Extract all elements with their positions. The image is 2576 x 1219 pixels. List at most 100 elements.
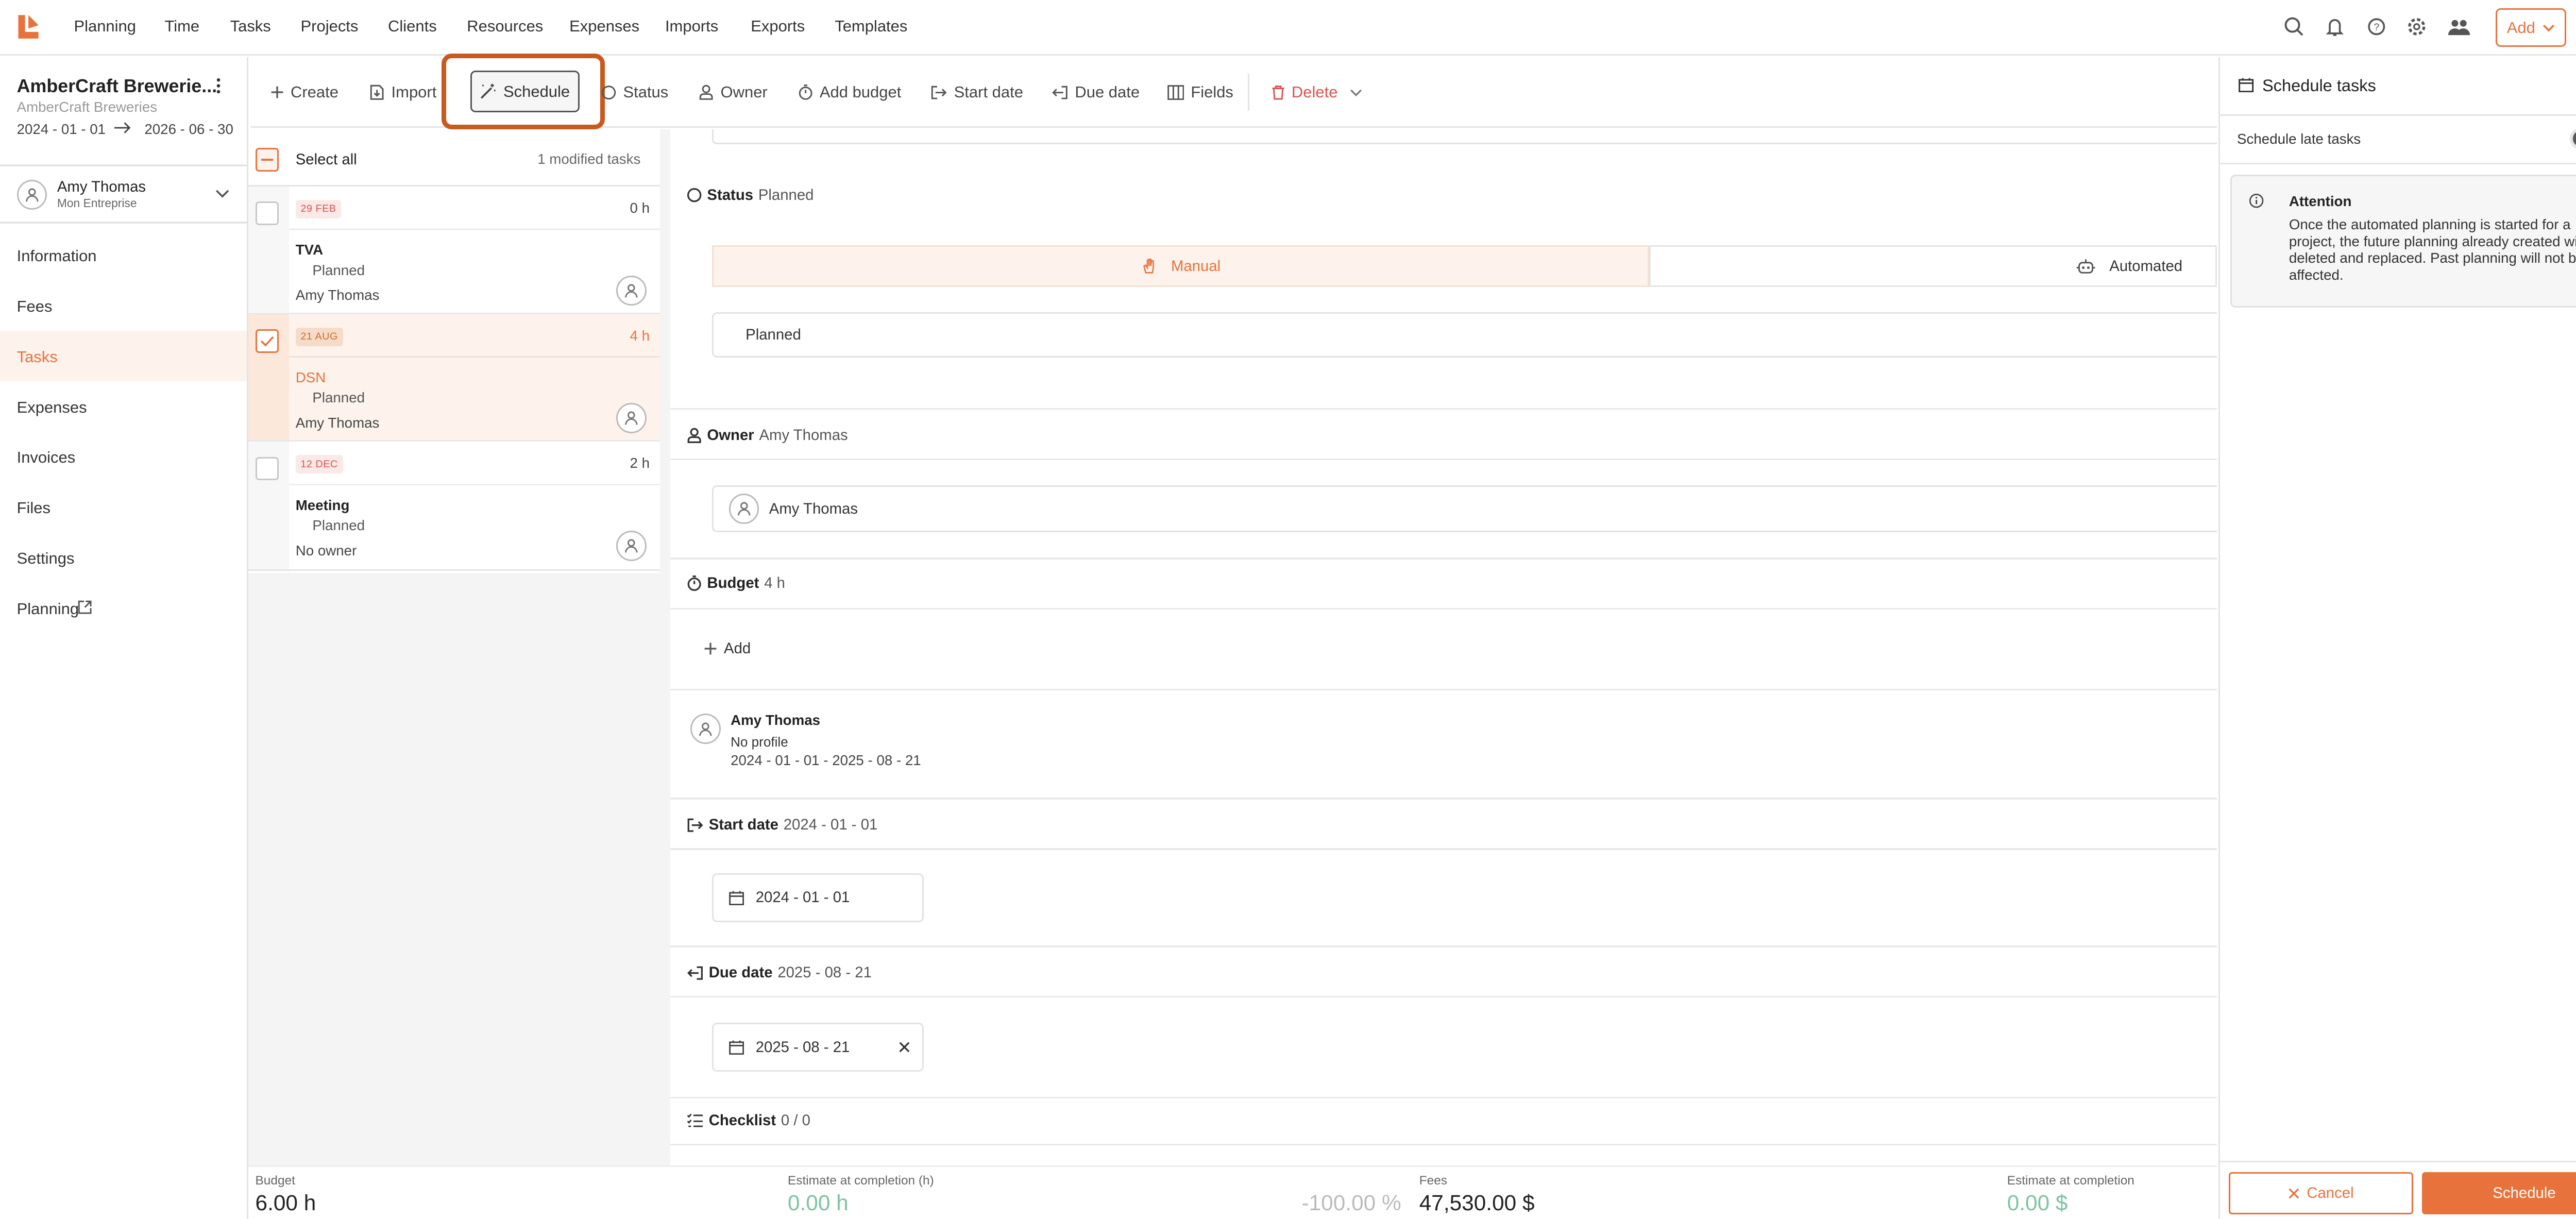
team-icon[interactable] <box>2446 15 2472 39</box>
manual-mode-tab[interactable]: Manual <box>712 245 1650 287</box>
schedule-late-label: Schedule late tasks <box>2237 131 2361 147</box>
sidebar-item-files[interactable]: Files <box>17 499 50 517</box>
nav-expenses[interactable]: Expenses <box>569 17 639 36</box>
task-row-selected[interactable]: 21 AUG 4 h DSN Planned Amy Thomas <box>248 314 660 442</box>
task-hours: 4 h <box>630 327 650 344</box>
owner-avatar-icon[interactable] <box>616 403 647 434</box>
due-date-field[interactable]: 2025 - 08 - 21 <box>712 1023 924 1072</box>
add-budget-link[interactable]: Add <box>704 640 751 657</box>
select-all-checkbox[interactable] <box>255 147 279 172</box>
project-end-date: 2026 - 06 - 30 <box>144 121 233 137</box>
budget-value: 4 h <box>764 574 785 591</box>
footer-eac-label: Estimate at completion <box>2007 1174 2134 1188</box>
search-icon[interactable] <box>2282 15 2306 39</box>
attention-title: Attention <box>2289 193 2352 209</box>
checklist-label: Checklist <box>708 1112 776 1129</box>
status-label: Status <box>707 186 754 204</box>
task-checkbox-checked[interactable] <box>255 329 279 353</box>
sidebar-item-invoices[interactable]: Invoices <box>17 448 76 467</box>
start-date-field[interactable]: 2024 - 01 - 01 <box>712 873 924 922</box>
owner-field[interactable]: Amy Thomas <box>712 485 2217 533</box>
nav-tasks[interactable]: Tasks <box>230 17 271 36</box>
schedule-button[interactable]: Schedule <box>470 70 580 113</box>
robot-icon <box>2076 258 2096 275</box>
sidebar-item-settings[interactable]: Settings <box>17 549 75 568</box>
schedule-submit-button[interactable]: Schedule <box>2421 1172 2576 1214</box>
magic-wand-icon <box>480 83 497 100</box>
field-top-partial <box>712 129 2217 145</box>
bell-icon[interactable] <box>2323 15 2347 39</box>
divider <box>2220 163 2576 165</box>
nav-templates[interactable]: Templates <box>835 17 907 36</box>
divider <box>670 945 2217 947</box>
svg-text:?: ? <box>2374 22 2379 33</box>
select-all-label: Select all <box>295 151 357 168</box>
close-icon[interactable] <box>899 1041 910 1053</box>
start-date-field-value: 2024 - 01 - 01 <box>755 889 850 906</box>
add-button[interactable]: Add <box>2496 8 2567 47</box>
sidebar-item-fees[interactable]: Fees <box>17 297 53 316</box>
calendar-icon <box>728 890 744 905</box>
sidebar-item-expenses[interactable]: Expenses <box>17 398 87 417</box>
nav-exports[interactable]: Exports <box>751 17 805 36</box>
sidebar-item-information[interactable]: Information <box>17 247 97 265</box>
toggle-knob <box>2573 131 2576 146</box>
nav-planning[interactable]: Planning <box>74 17 136 36</box>
owner-field-value: Amy Thomas <box>769 500 858 517</box>
nav-resources[interactable]: Resources <box>467 17 543 36</box>
schedule-tasks-panel: Schedule tasks Schedule late tasks Atten… <box>2218 57 2576 1219</box>
help-icon[interactable]: ? <box>2365 15 2388 39</box>
task-detail: Status Planned Manual Automated Planned … <box>670 129 2217 1166</box>
task-name: TVA <box>295 242 324 258</box>
nav-clients[interactable]: Clients <box>388 17 437 36</box>
more-vertical-icon[interactable] <box>212 76 225 96</box>
owner-avatar-icon[interactable] <box>616 275 647 306</box>
owner-avatar-icon[interactable] <box>616 531 647 561</box>
schedule-label: Schedule <box>503 82 570 100</box>
task-checkbox[interactable] <box>255 456 279 481</box>
arrow-right-icon <box>114 121 131 134</box>
task-row[interactable]: 29 FEB 0 h TVA Planned Amy Thomas <box>248 186 660 314</box>
top-navigation: Planning Time Tasks Projects Clients Res… <box>0 0 2576 56</box>
add-budget-button[interactable]: Add budget <box>798 80 901 104</box>
gear-icon[interactable] <box>2405 15 2429 39</box>
start-date-label: Start date <box>708 816 778 834</box>
app-logo[interactable] <box>15 13 42 40</box>
start-date-value: 2024 - 01 - 01 <box>783 816 878 834</box>
start-date-button[interactable]: Start date <box>930 80 1023 104</box>
plus-icon <box>270 86 284 99</box>
nav-time[interactable]: Time <box>164 17 199 36</box>
import-label: Import <box>391 83 437 101</box>
status-button[interactable]: Status <box>601 80 668 104</box>
create-button[interactable]: Create <box>270 80 338 104</box>
user-selector[interactable]: Amy Thomas Mon Entreprise <box>0 166 247 222</box>
divider <box>0 222 247 224</box>
import-button[interactable]: Import <box>369 80 436 104</box>
task-checkbox[interactable] <box>255 201 279 225</box>
sidebar-item-planning[interactable]: Planning <box>17 600 79 618</box>
logout-icon <box>687 966 704 980</box>
sidebar-item-tasks[interactable]: Tasks <box>17 348 58 366</box>
owner-value: Amy Thomas <box>759 427 848 444</box>
owner-button[interactable]: Owner <box>699 80 768 104</box>
task-row[interactable]: 12 DEC 2 h Meeting Planned No owner <box>248 442 660 570</box>
automated-mode-tab[interactable]: Automated <box>1649 245 2217 287</box>
nav-imports[interactable]: Imports <box>665 17 718 36</box>
divider <box>289 228 660 230</box>
footer-eac-hours-value: 0.00 h <box>787 1191 849 1215</box>
schedule-late-toggle[interactable] <box>2569 127 2576 150</box>
footer-fees-label: Fees <box>1419 1174 1448 1188</box>
cancel-button[interactable]: Cancel <box>2228 1172 2414 1214</box>
status-field[interactable]: Planned <box>712 312 2217 358</box>
delete-button[interactable]: Delete <box>1272 80 1363 104</box>
budget-section-label: Budget 4 h <box>687 574 785 592</box>
task-hours: 2 h <box>630 455 650 471</box>
divider <box>670 458 2217 461</box>
due-date-button[interactable]: Due date <box>1052 80 1140 104</box>
client-name[interactable]: AmberCraft Breweries <box>17 99 158 115</box>
minus-icon <box>261 158 273 161</box>
fields-button[interactable]: Fields <box>1167 80 1233 104</box>
panel-title: Schedule tasks <box>2262 75 2376 95</box>
nav-projects[interactable]: Projects <box>301 17 359 36</box>
footer-fees-value: 47,530.00 $ <box>1419 1191 1535 1215</box>
